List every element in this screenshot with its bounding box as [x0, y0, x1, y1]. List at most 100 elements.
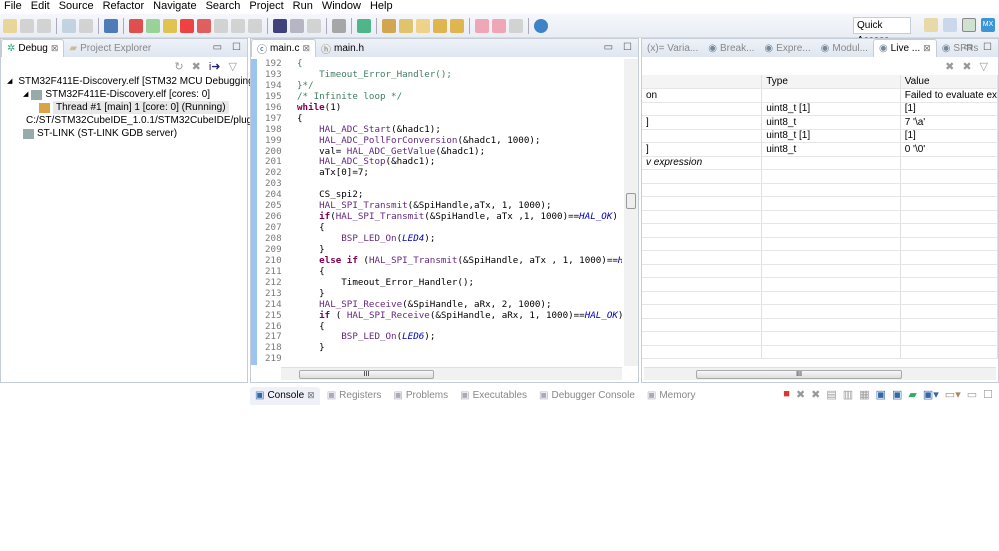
toolbar-button-icon[interactable] [273, 18, 287, 33]
view-menu-icon[interactable]: ▽ [980, 60, 988, 73]
toolbar-button-icon[interactable] [509, 18, 523, 33]
minimize-icon[interactable]: ▭ [604, 42, 613, 53]
maximize-icon[interactable]: ☐ [983, 42, 992, 53]
tab-problems[interactable]: ▣ Problems [388, 387, 453, 405]
tab-memory[interactable]: ▣ Memory [642, 387, 701, 405]
tab-project-explorer[interactable]: ▰ Project Explorer [64, 39, 156, 57]
tab-variables[interactable]: (x)= Varia... [642, 39, 703, 57]
reset-icon[interactable]: ↻ [174, 60, 183, 73]
close-icon[interactable]: ⊠ [51, 43, 59, 54]
menu-edit[interactable]: Edit [27, 0, 55, 14]
toolbar-button-icon[interactable] [104, 18, 118, 33]
table-row[interactable]: uint8_t [1] [1] [642, 129, 999, 143]
toolbar-button-icon[interactable] [433, 18, 447, 33]
minimize-icon[interactable]: ▭ [964, 42, 973, 53]
word-wrap-icon[interactable]: ▦ [859, 388, 869, 401]
tab-main-h[interactable]: ⓗ main.h [316, 39, 369, 57]
tab-debugger-console[interactable]: ▣ Debugger Console [534, 387, 640, 405]
menu-navigate[interactable]: Navigate [149, 0, 201, 14]
close-icon[interactable]: ⊠ [302, 43, 310, 54]
tab-console[interactable]: ▣ Console ⊠ [250, 386, 320, 405]
table-row[interactable]: v expression [642, 156, 999, 170]
remove-all-icon[interactable]: ✖ [962, 60, 971, 73]
remove-terminated-icon[interactable]: ✖ [192, 60, 201, 73]
new-console-icon[interactable]: ▭▾ [945, 388, 961, 401]
menu-window[interactable]: Window [318, 0, 366, 14]
scroll-thumb[interactable]: III [696, 370, 902, 379]
step-mode-icon[interactable]: i➜ [209, 60, 221, 73]
close-icon[interactable]: ⊠ [923, 43, 931, 54]
debug-perspective-icon[interactable] [962, 18, 976, 32]
toolbar-button-icon[interactable] [163, 18, 177, 33]
toolbar-button-icon[interactable] [290, 18, 304, 33]
clear-console-icon[interactable]: ▤ [826, 388, 836, 401]
remove-icon[interactable]: ✖ [945, 60, 954, 73]
scroll-thumb[interactable] [626, 193, 636, 209]
toolbar-button-icon[interactable] [450, 18, 464, 33]
c-perspective-icon[interactable] [943, 18, 957, 32]
menu-run[interactable]: Run [289, 0, 318, 14]
horizontal-scrollbar[interactable]: III [644, 367, 996, 380]
toolbar-button-icon[interactable] [475, 18, 489, 33]
toolbar-button-icon[interactable] [197, 18, 211, 33]
menu-search[interactable]: Search [202, 0, 246, 14]
toolbar-button-icon[interactable] [382, 18, 396, 33]
toolbar-button-icon[interactable] [357, 18, 371, 33]
toolbar-button-icon[interactable] [399, 18, 413, 33]
close-icon[interactable]: ⊠ [307, 390, 315, 401]
tab-breakpoints[interactable]: ◉ Break... [703, 39, 759, 57]
horizontal-scrollbar[interactable]: III [281, 367, 622, 380]
tab-debug[interactable]: ✲ Debug ⊠ [1, 39, 65, 57]
toolbar-button-icon[interactable] [129, 18, 143, 33]
tree-item[interactable]: ◢ STM32F411E-Discovery.elf [cores: 0] [1, 88, 247, 101]
scroll-thumb[interactable]: III [299, 370, 434, 379]
menu-project[interactable]: Project [245, 0, 288, 14]
tree-item[interactable]: Thread #1 [main] 1 [core: 0] (Running) [1, 101, 247, 114]
vertical-scrollbar[interactable] [624, 59, 638, 366]
tree-item[interactable]: ST-LINK (ST-LINK GDB server) [1, 127, 247, 140]
view-menu-icon[interactable]: ▽ [229, 60, 237, 73]
toolbar-button-icon[interactable] [534, 18, 548, 33]
terminate-icon[interactable]: ■ [783, 388, 790, 401]
scroll-lock-icon[interactable]: ▥ [843, 388, 853, 401]
pin-console-icon[interactable]: ▰ [908, 388, 916, 401]
toolbar-button-icon[interactable] [332, 18, 346, 33]
open-perspective-icon[interactable] [924, 18, 938, 32]
tab-executables[interactable]: ▣ Executables [455, 387, 532, 405]
quick-access-input[interactable]: Quick Access [853, 17, 911, 46]
tab-expressions[interactable]: ◉ Expre... [759, 39, 815, 57]
toolbar-button-icon[interactable] [37, 18, 51, 33]
table-row[interactable]: on Failed to evaluate ex [642, 88, 999, 103]
column-header-value[interactable]: Value [900, 75, 999, 89]
toolbar-button-icon[interactable] [214, 18, 228, 33]
toolbar-button-icon[interactable] [79, 18, 93, 33]
toolbar-button-icon[interactable] [248, 18, 262, 33]
column-header-type[interactable]: Type [761, 75, 901, 89]
toolbar-button-icon[interactable] [492, 18, 506, 33]
toolbar-button-icon[interactable] [180, 18, 194, 33]
column-header-expression[interactable] [642, 75, 763, 89]
toolbar-button-icon[interactable] [307, 18, 321, 33]
expand-arrow-icon[interactable]: ◢ [7, 75, 12, 88]
tree-item[interactable]: ◢ STM32F411E-Discovery.elf [STM32 MCU Deb… [1, 75, 256, 88]
expand-arrow-icon[interactable]: ◢ [23, 88, 28, 101]
toolbar-button-icon[interactable] [62, 18, 76, 33]
toolbar-button-icon[interactable] [146, 18, 160, 33]
display-console-icon[interactable]: ▣▾ [923, 388, 939, 401]
maximize-icon[interactable]: ☐ [232, 42, 241, 53]
remove-all-launches-icon[interactable]: ✖ [811, 388, 820, 401]
tab-main-c[interactable]: ⓒ main.c ⊠ [251, 39, 316, 57]
menu-source[interactable]: Source [55, 0, 99, 14]
show-on-error-icon[interactable]: ▣ [892, 388, 902, 401]
tab-modules[interactable]: ◉ Modul... [816, 39, 873, 57]
toolbar-button-icon[interactable] [416, 18, 430, 33]
maximize-icon[interactable]: ☐ [623, 42, 632, 53]
maximize-icon[interactable]: ☐ [983, 388, 993, 401]
menu-refactor[interactable]: Refactor [99, 0, 150, 14]
table-row[interactable]: ] uint8_t 0 '\0' [642, 142, 999, 157]
table-row[interactable]: ] uint8_t 7 '\a' [642, 115, 999, 130]
toolbar-button-icon[interactable] [231, 18, 245, 33]
minimize-icon[interactable]: ▭ [967, 388, 977, 401]
table-row[interactable]: uint8_t [1] [1] [642, 102, 999, 116]
code-editor[interactable]: 192{193 Timeout_Error_Handler(); 194}*/19… [251, 59, 622, 366]
